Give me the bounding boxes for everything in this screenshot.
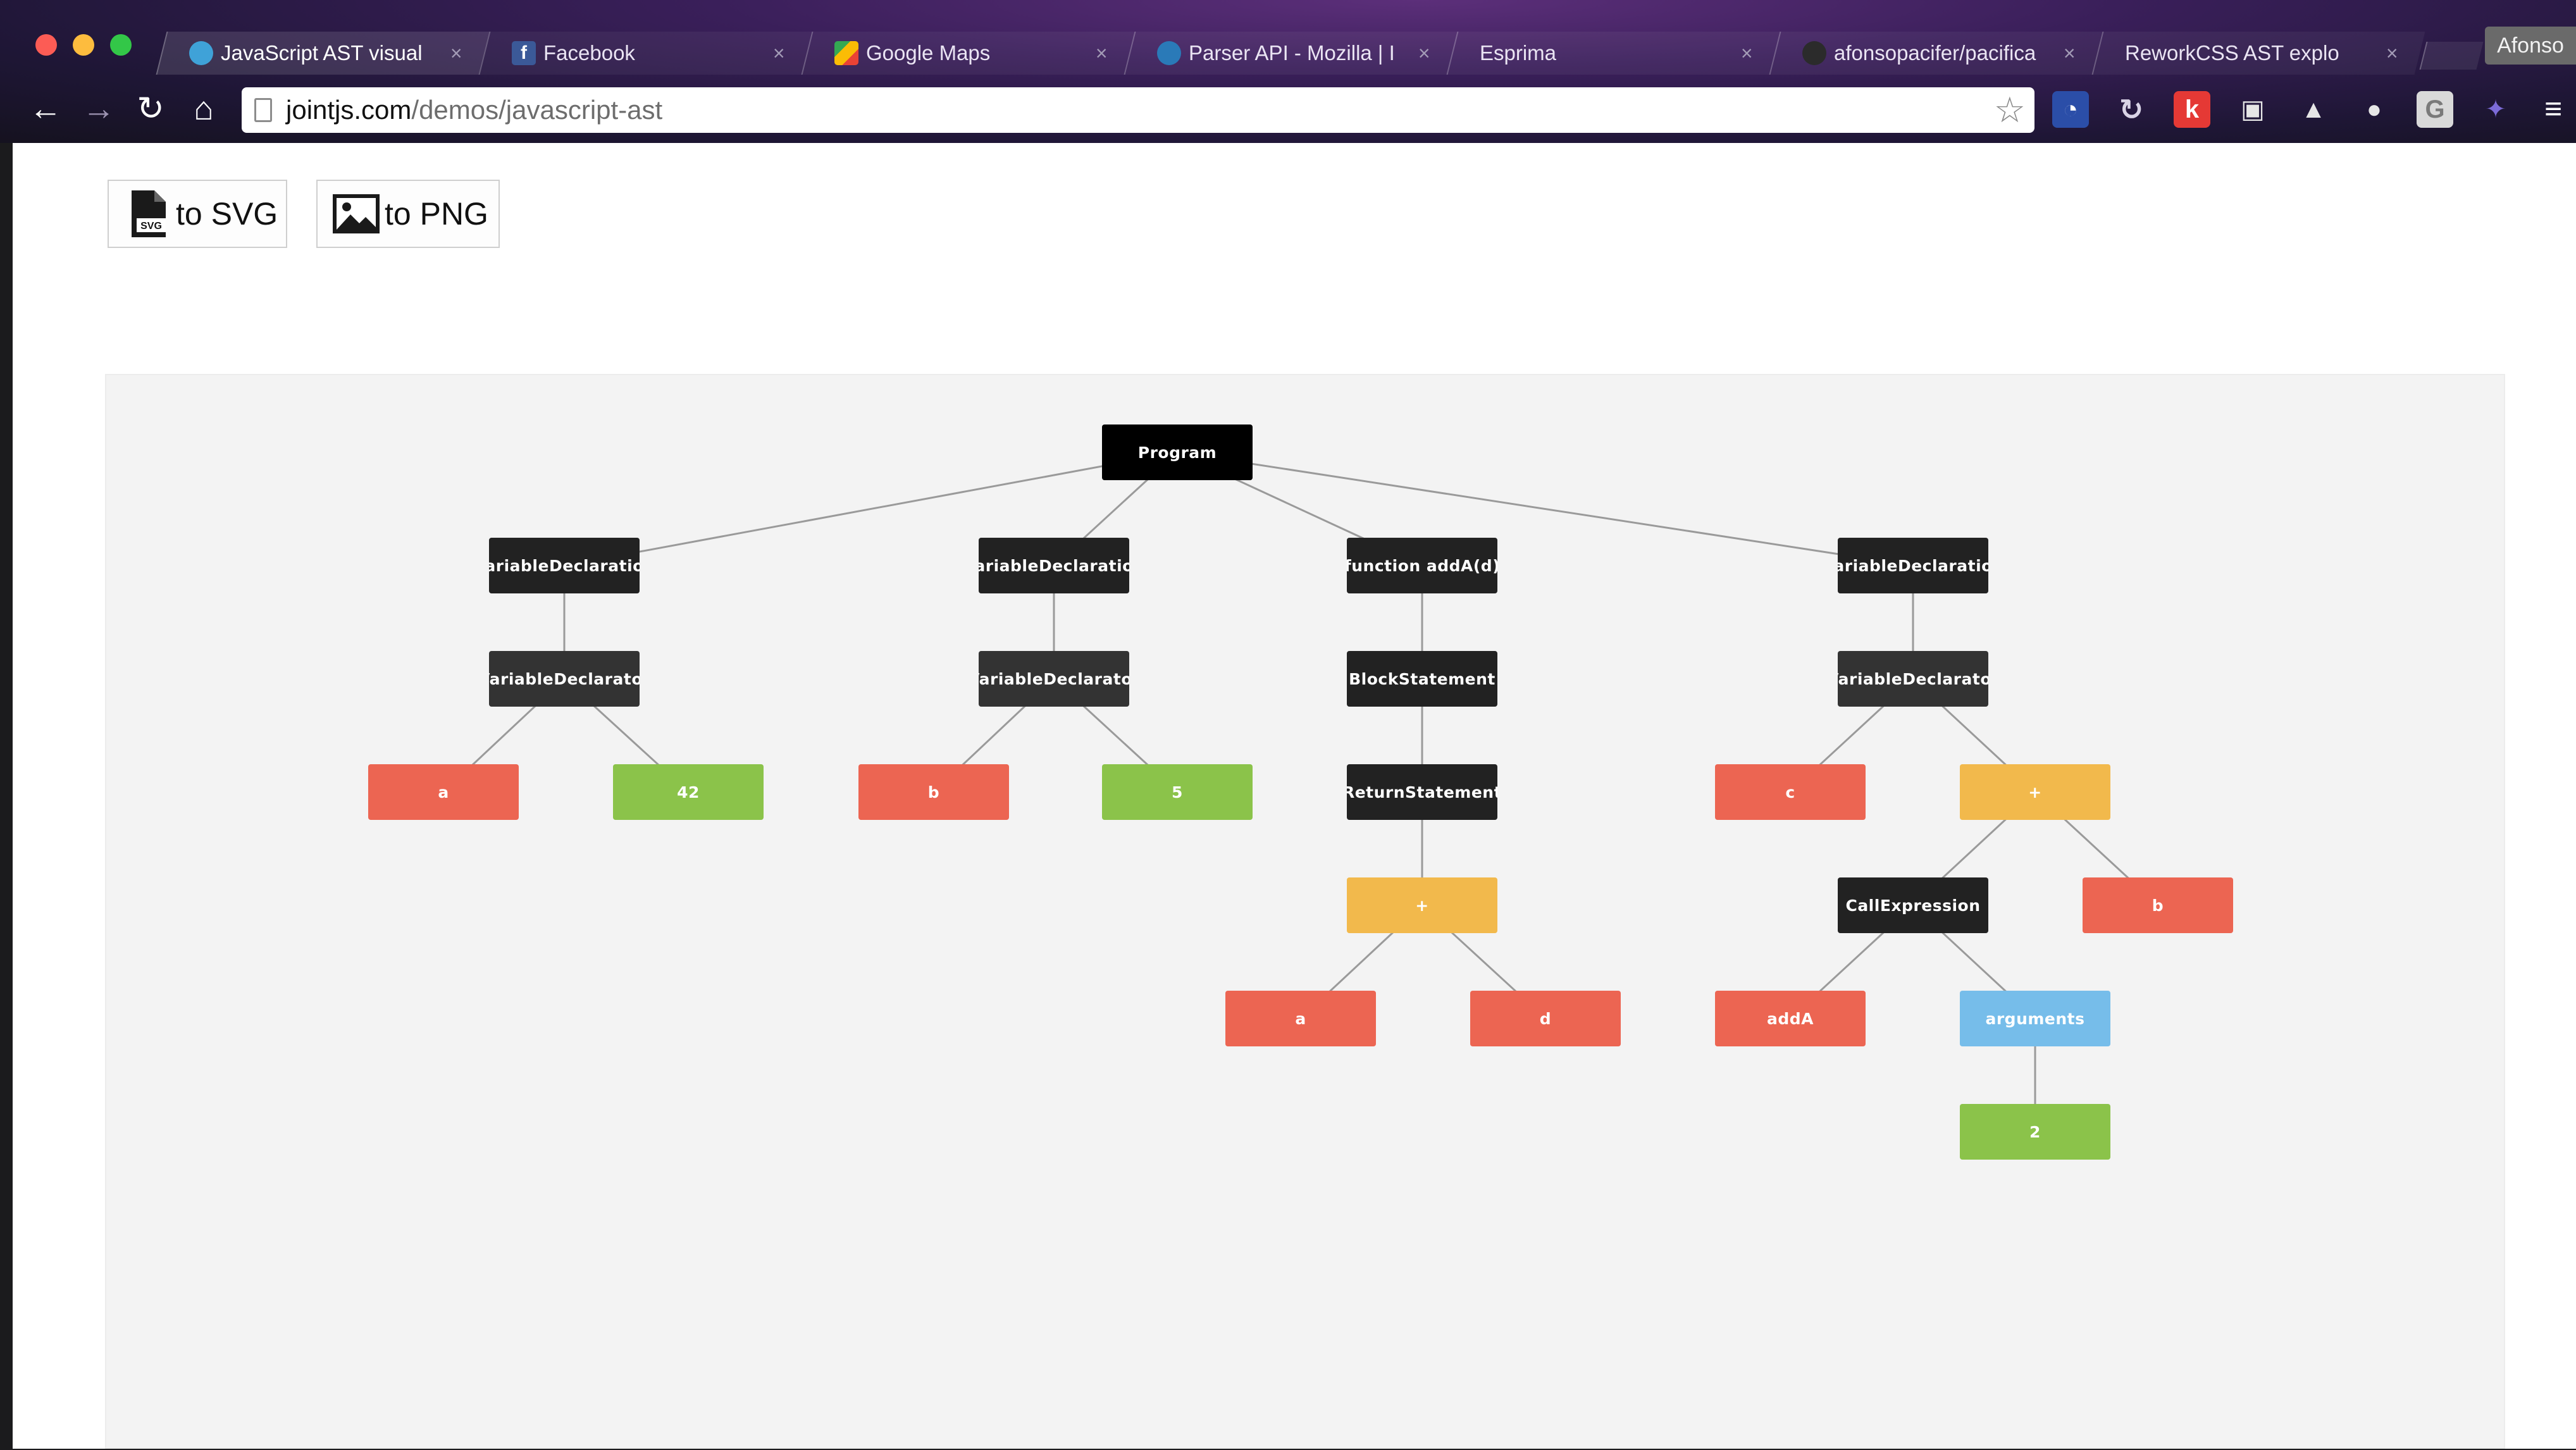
- home-button[interactable]: ⌂: [185, 90, 223, 128]
- speed-dial-icon[interactable]: ◔: [2052, 91, 2089, 128]
- tab-esprima[interactable]: Esprima ×: [1446, 32, 1780, 75]
- svg-icon-tag: SVG: [140, 221, 162, 232]
- tab-title: afonsopacifer/pacifica: [1834, 41, 2036, 65]
- google-maps-icon: [834, 41, 858, 65]
- k-icon[interactable]: k: [2174, 91, 2210, 128]
- address-bar[interactable]: jointjs.com/demos/javascript-ast ☆: [242, 87, 2034, 133]
- svg-file-icon: SVG: [121, 188, 173, 240]
- ast-node-a[interactable]: a: [368, 764, 519, 820]
- url-path: /demos/javascript-ast: [411, 95, 663, 125]
- facebook-icon: f: [512, 41, 536, 65]
- tab-google-maps[interactable]: Google Maps ×: [801, 32, 1135, 75]
- page-icon: [254, 98, 272, 122]
- ast-node-b[interactable]: b: [858, 764, 1009, 820]
- bat-icon[interactable]: ✦: [2477, 91, 2514, 128]
- close-icon[interactable]: ×: [2386, 42, 2398, 65]
- ast-node-function-adda-d[interactable]: function addA(d): [1347, 538, 1497, 593]
- ast-node-42[interactable]: 42: [613, 764, 764, 820]
- ast-node-2[interactable]: 2: [1960, 1104, 2110, 1160]
- export-png-label: to PNG: [385, 196, 488, 232]
- mdn-icon: [1157, 41, 1181, 65]
- ast-node-adda[interactable]: addA: [1715, 991, 1866, 1046]
- tab-title: JavaScript AST visual: [221, 41, 423, 65]
- close-icon[interactable]: ×: [1096, 42, 1108, 65]
- ast-node-d[interactable]: d: [1470, 991, 1621, 1046]
- sync-icon[interactable]: ↻: [2113, 91, 2150, 128]
- ast-node-variabledeclaration[interactable]: VariableDeclaration: [1838, 538, 1988, 593]
- ast-node-variabledeclarator[interactable]: VariableDeclarator: [489, 651, 640, 707]
- minimize-window-button[interactable]: [73, 34, 94, 56]
- drive-icon[interactable]: ▲: [2295, 91, 2332, 128]
- tab-title: Parser API - Mozilla | I: [1189, 41, 1395, 65]
- close-window-button[interactable]: [35, 34, 57, 56]
- ast-node-returnstatement[interactable]: ReturnStatement: [1347, 764, 1497, 820]
- ast-node-plus[interactable]: +: [1960, 764, 2110, 820]
- image-icon: [330, 188, 382, 240]
- g-icon[interactable]: G: [2417, 91, 2453, 128]
- new-tab-button[interactable]: [2419, 42, 2484, 70]
- tab-reworkcss[interactable]: ReworkCSS AST explo ×: [2091, 32, 2425, 75]
- ast-node-b[interactable]: b: [2083, 877, 2233, 933]
- ast-diagram-canvas[interactable]: Program VariableDeclaration VariableDeclar…: [105, 374, 2505, 1449]
- forward-button[interactable]: →: [80, 90, 118, 128]
- ast-node-plus[interactable]: +: [1347, 877, 1497, 933]
- tab-title: ReworkCSS AST explo: [2125, 41, 2339, 65]
- tab-github-pacifica[interactable]: afonsopacifer/pacifica ×: [1769, 32, 2103, 75]
- ast-node-a[interactable]: a: [1225, 991, 1376, 1046]
- camera-icon[interactable]: ▣: [2234, 91, 2271, 128]
- tab-javascript-ast[interactable]: JavaScript AST visual ×: [156, 32, 490, 75]
- ghostery-icon[interactable]: ●: [2356, 91, 2393, 128]
- profile-button[interactable]: Afonso: [2485, 27, 2576, 65]
- menu-icon[interactable]: ≡: [2534, 90, 2572, 128]
- ast-node-variabledeclaration[interactable]: VariableDeclaration: [979, 538, 1129, 593]
- reload-button[interactable]: ↻: [132, 90, 170, 128]
- tab-facebook[interactable]: f Facebook ×: [478, 32, 812, 75]
- close-icon[interactable]: ×: [773, 42, 785, 65]
- ast-node-variabledeclarator[interactable]: VariableDeclarator: [979, 651, 1129, 707]
- github-icon: [1802, 41, 1826, 65]
- tab-title: Google Maps: [866, 41, 991, 65]
- export-png-button[interactable]: to PNG: [316, 180, 500, 248]
- browser-chrome: JavaScript AST visual × f Facebook × Goo…: [0, 0, 2576, 143]
- edge-program-vd3: [1177, 451, 1914, 567]
- tab-strip: JavaScript AST visual × f Facebook × Goo…: [156, 32, 2464, 75]
- tab-parser-api[interactable]: Parser API - Mozilla | I ×: [1124, 32, 1458, 75]
- ast-node-5[interactable]: 5: [1102, 764, 1253, 820]
- ast-node-c[interactable]: c: [1715, 764, 1866, 820]
- export-svg-button[interactable]: SVG to SVG: [108, 180, 287, 248]
- ast-node-variabledeclaration[interactable]: VariableDeclaration: [489, 538, 640, 593]
- tab-title: Esprima: [1480, 41, 1557, 65]
- ast-node-blockstatement[interactable]: BlockStatement: [1347, 651, 1497, 707]
- ast-node-callexpression[interactable]: CallExpression: [1838, 877, 1988, 933]
- url-host: jointjs.com: [286, 95, 412, 125]
- tab-title: Facebook: [543, 41, 635, 65]
- close-icon[interactable]: ×: [1741, 42, 1753, 65]
- page-content: SVG to SVG to PNG Program VariableDeclara…: [13, 143, 2576, 1449]
- ast-node-program[interactable]: Program: [1102, 424, 1253, 480]
- close-icon[interactable]: ×: [450, 42, 462, 65]
- ast-node-variabledeclarator[interactable]: VariableDeclarator: [1838, 651, 1988, 707]
- export-svg-label: to SVG: [176, 196, 278, 232]
- jointjs-icon: [189, 41, 213, 65]
- bookmark-star-icon[interactable]: ☆: [1994, 91, 2026, 129]
- maximize-window-button[interactable]: [110, 34, 132, 56]
- ast-node-arguments[interactable]: arguments: [1960, 991, 2110, 1046]
- close-icon[interactable]: ×: [2064, 42, 2076, 65]
- close-icon[interactable]: ×: [1418, 42, 1430, 65]
- back-button[interactable]: ←: [27, 90, 65, 128]
